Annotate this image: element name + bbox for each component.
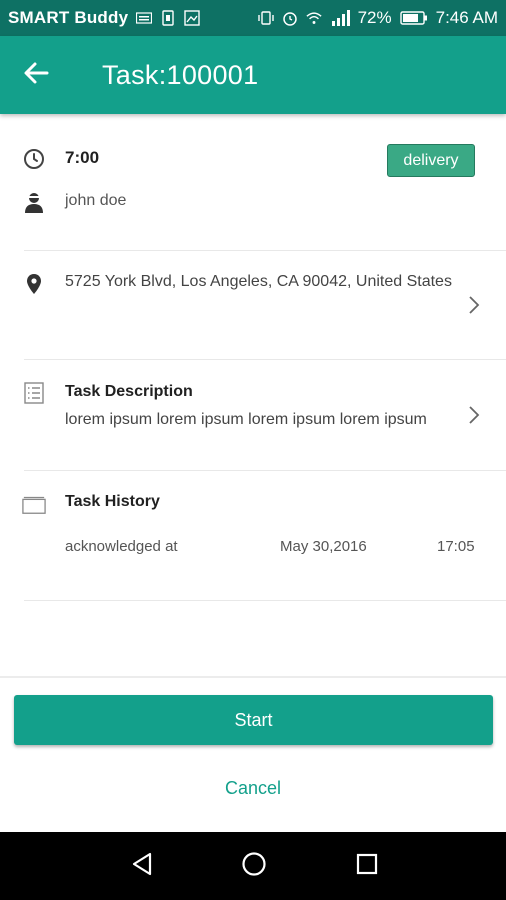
wifi-icon [306,10,322,26]
status-bar: SMART Buddy 72% 7:46 AM [0,0,506,36]
vibrate-icon [257,10,274,26]
arrow-left-icon [23,61,49,90]
task-description-label: Task Description [65,383,193,400]
cancel-button[interactable]: Cancel [200,772,306,804]
folder-icon [22,492,46,516]
image-icon [184,10,200,26]
chevron-right-icon [465,403,483,427]
divider [24,250,506,251]
person-icon [22,190,46,214]
sim-icon [160,10,176,26]
recents-nav-button[interactable] [351,850,383,882]
task-address: 5725 York Blvd, Los Angeles, CA 90042, U… [65,273,452,290]
signal-icon [330,10,350,26]
battery-icon [399,10,428,26]
list-icon [22,381,46,405]
clock: 7:46 AM [435,8,498,27]
location-pin-icon [22,272,46,296]
battery-level: 72% [357,8,392,27]
task-description-text: lorem ipsum lorem ipsum lorem ipsum lore… [65,411,427,428]
history-event: acknowledged at [65,538,178,555]
app-bar: Task:100001 [0,36,506,114]
task-time: 7:00 [65,148,100,167]
start-button[interactable]: Start [14,695,493,745]
triangle-back-icon [131,852,153,881]
divider [24,470,506,471]
carrier-name: SMART Buddy [8,8,129,27]
divider [24,359,506,360]
footer-divider [0,676,506,678]
circle-home-icon [241,851,267,882]
keyboard-icon [136,10,153,26]
back-nav-button[interactable] [126,850,158,882]
history-date: May 30,2016 [280,538,367,555]
clock-icon [22,147,46,171]
task-history-label: Task History [65,493,160,510]
page-title: Task:100001 [102,59,259,90]
divider [24,600,506,601]
back-button[interactable] [18,57,54,93]
history-time: 17:05 [437,538,475,555]
alarm-icon [282,10,298,26]
home-nav-button[interactable] [238,850,270,882]
square-recents-icon [356,853,378,880]
task-type-badge: delivery [387,144,475,177]
system-nav-bar [0,832,506,900]
assignee-name: john doe [65,192,127,209]
chevron-right-icon [465,293,483,317]
